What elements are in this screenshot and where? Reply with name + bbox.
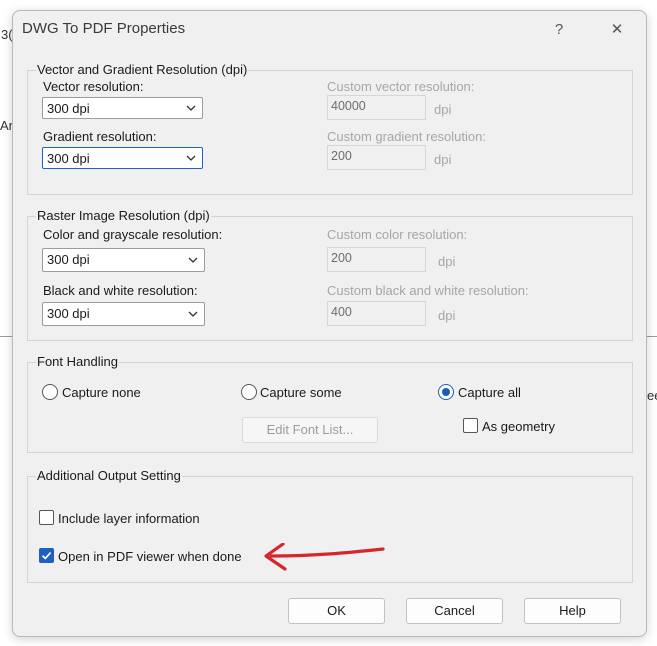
select-value: 300 dpi <box>47 306 90 321</box>
as-geometry-label[interactable]: As geometry <box>482 419 555 434</box>
group-title: Raster Image Resolution (dpi) <box>36 208 211 223</box>
custom-gradient-label: Custom gradient resolution: <box>327 129 486 144</box>
help-icon[interactable]: ? <box>544 17 574 43</box>
select-value: 300 dpi <box>47 151 90 166</box>
custom-vector-label: Custom vector resolution: <box>327 79 475 94</box>
background-divider <box>0 336 12 337</box>
color-resolution-select[interactable]: 300 dpi <box>42 248 205 272</box>
background-divider <box>646 336 657 337</box>
group-title: Font Handling <box>36 354 119 369</box>
custom-bw-field[interactable]: 400 <box>327 301 426 326</box>
bw-resolution-label: Black and white resolution: <box>43 283 198 298</box>
custom-vector-field[interactable]: 40000 <box>327 95 426 120</box>
background-text-fragment: ee <box>647 388 657 403</box>
capture-some-radio[interactable] <box>241 384 257 400</box>
capture-none-label[interactable]: Capture none <box>62 385 141 400</box>
vector-resolution-select[interactable]: 300 dpi <box>42 97 203 119</box>
field-value: 200 <box>331 149 352 163</box>
field-value: 200 <box>331 251 352 265</box>
annotation-arrow-icon <box>264 543 385 571</box>
ok-button[interactable]: OK <box>288 598 385 624</box>
include-layer-label[interactable]: Include layer information <box>58 511 200 526</box>
help-button[interactable]: Help <box>524 598 621 624</box>
include-layer-checkbox[interactable] <box>39 510 54 525</box>
as-geometry-checkbox[interactable] <box>463 418 478 433</box>
color-resolution-label: Color and grayscale resolution: <box>43 227 223 242</box>
custom-color-label: Custom color resolution: <box>327 227 468 242</box>
open-viewer-checkbox[interactable] <box>39 548 54 563</box>
bw-resolution-select[interactable]: 300 dpi <box>42 302 205 326</box>
title-bar: DWG To PDF Properties ? ✕ <box>13 11 646 49</box>
field-value: 400 <box>331 305 352 319</box>
background-text-fragment: 3( <box>1 27 13 42</box>
capture-all-label[interactable]: Capture all <box>458 385 521 400</box>
select-value: 300 dpi <box>47 101 90 116</box>
capture-none-radio[interactable] <box>42 384 58 400</box>
custom-gradient-field[interactable]: 200 <box>327 145 426 170</box>
unit-label: dpi <box>434 152 452 167</box>
chevron-down-icon <box>188 311 198 317</box>
open-viewer-label[interactable]: Open in PDF viewer when done <box>58 549 242 564</box>
custom-bw-label: Custom black and white resolution: <box>327 283 529 298</box>
properties-dialog: DWG To PDF Properties ? ✕ Vector and Gra… <box>12 10 647 637</box>
gradient-resolution-select[interactable]: 300 dpi <box>42 147 203 169</box>
edit-font-list-button[interactable]: Edit Font List... <box>242 417 378 443</box>
group-title: Additional Output Setting <box>36 468 182 483</box>
capture-some-label[interactable]: Capture some <box>260 385 342 400</box>
custom-color-field[interactable]: 200 <box>327 247 426 272</box>
group-title: Vector and Gradient Resolution (dpi) <box>36 62 249 77</box>
gradient-resolution-label: Gradient resolution: <box>43 129 157 144</box>
unit-label: dpi <box>438 308 456 323</box>
chevron-down-icon <box>186 155 196 161</box>
checkmark-icon <box>41 552 52 560</box>
chevron-down-icon <box>188 257 198 263</box>
field-value: 40000 <box>331 99 366 113</box>
chevron-down-icon <box>186 105 196 111</box>
capture-all-radio[interactable] <box>438 384 454 400</box>
select-value: 300 dpi <box>47 252 90 267</box>
cancel-button[interactable]: Cancel <box>406 598 503 624</box>
dialog-title: DWG To PDF Properties <box>22 20 186 37</box>
close-icon[interactable]: ✕ <box>602 17 632 43</box>
unit-label: dpi <box>434 102 452 117</box>
unit-label: dpi <box>438 254 456 269</box>
vector-resolution-label: Vector resolution: <box>43 79 144 94</box>
